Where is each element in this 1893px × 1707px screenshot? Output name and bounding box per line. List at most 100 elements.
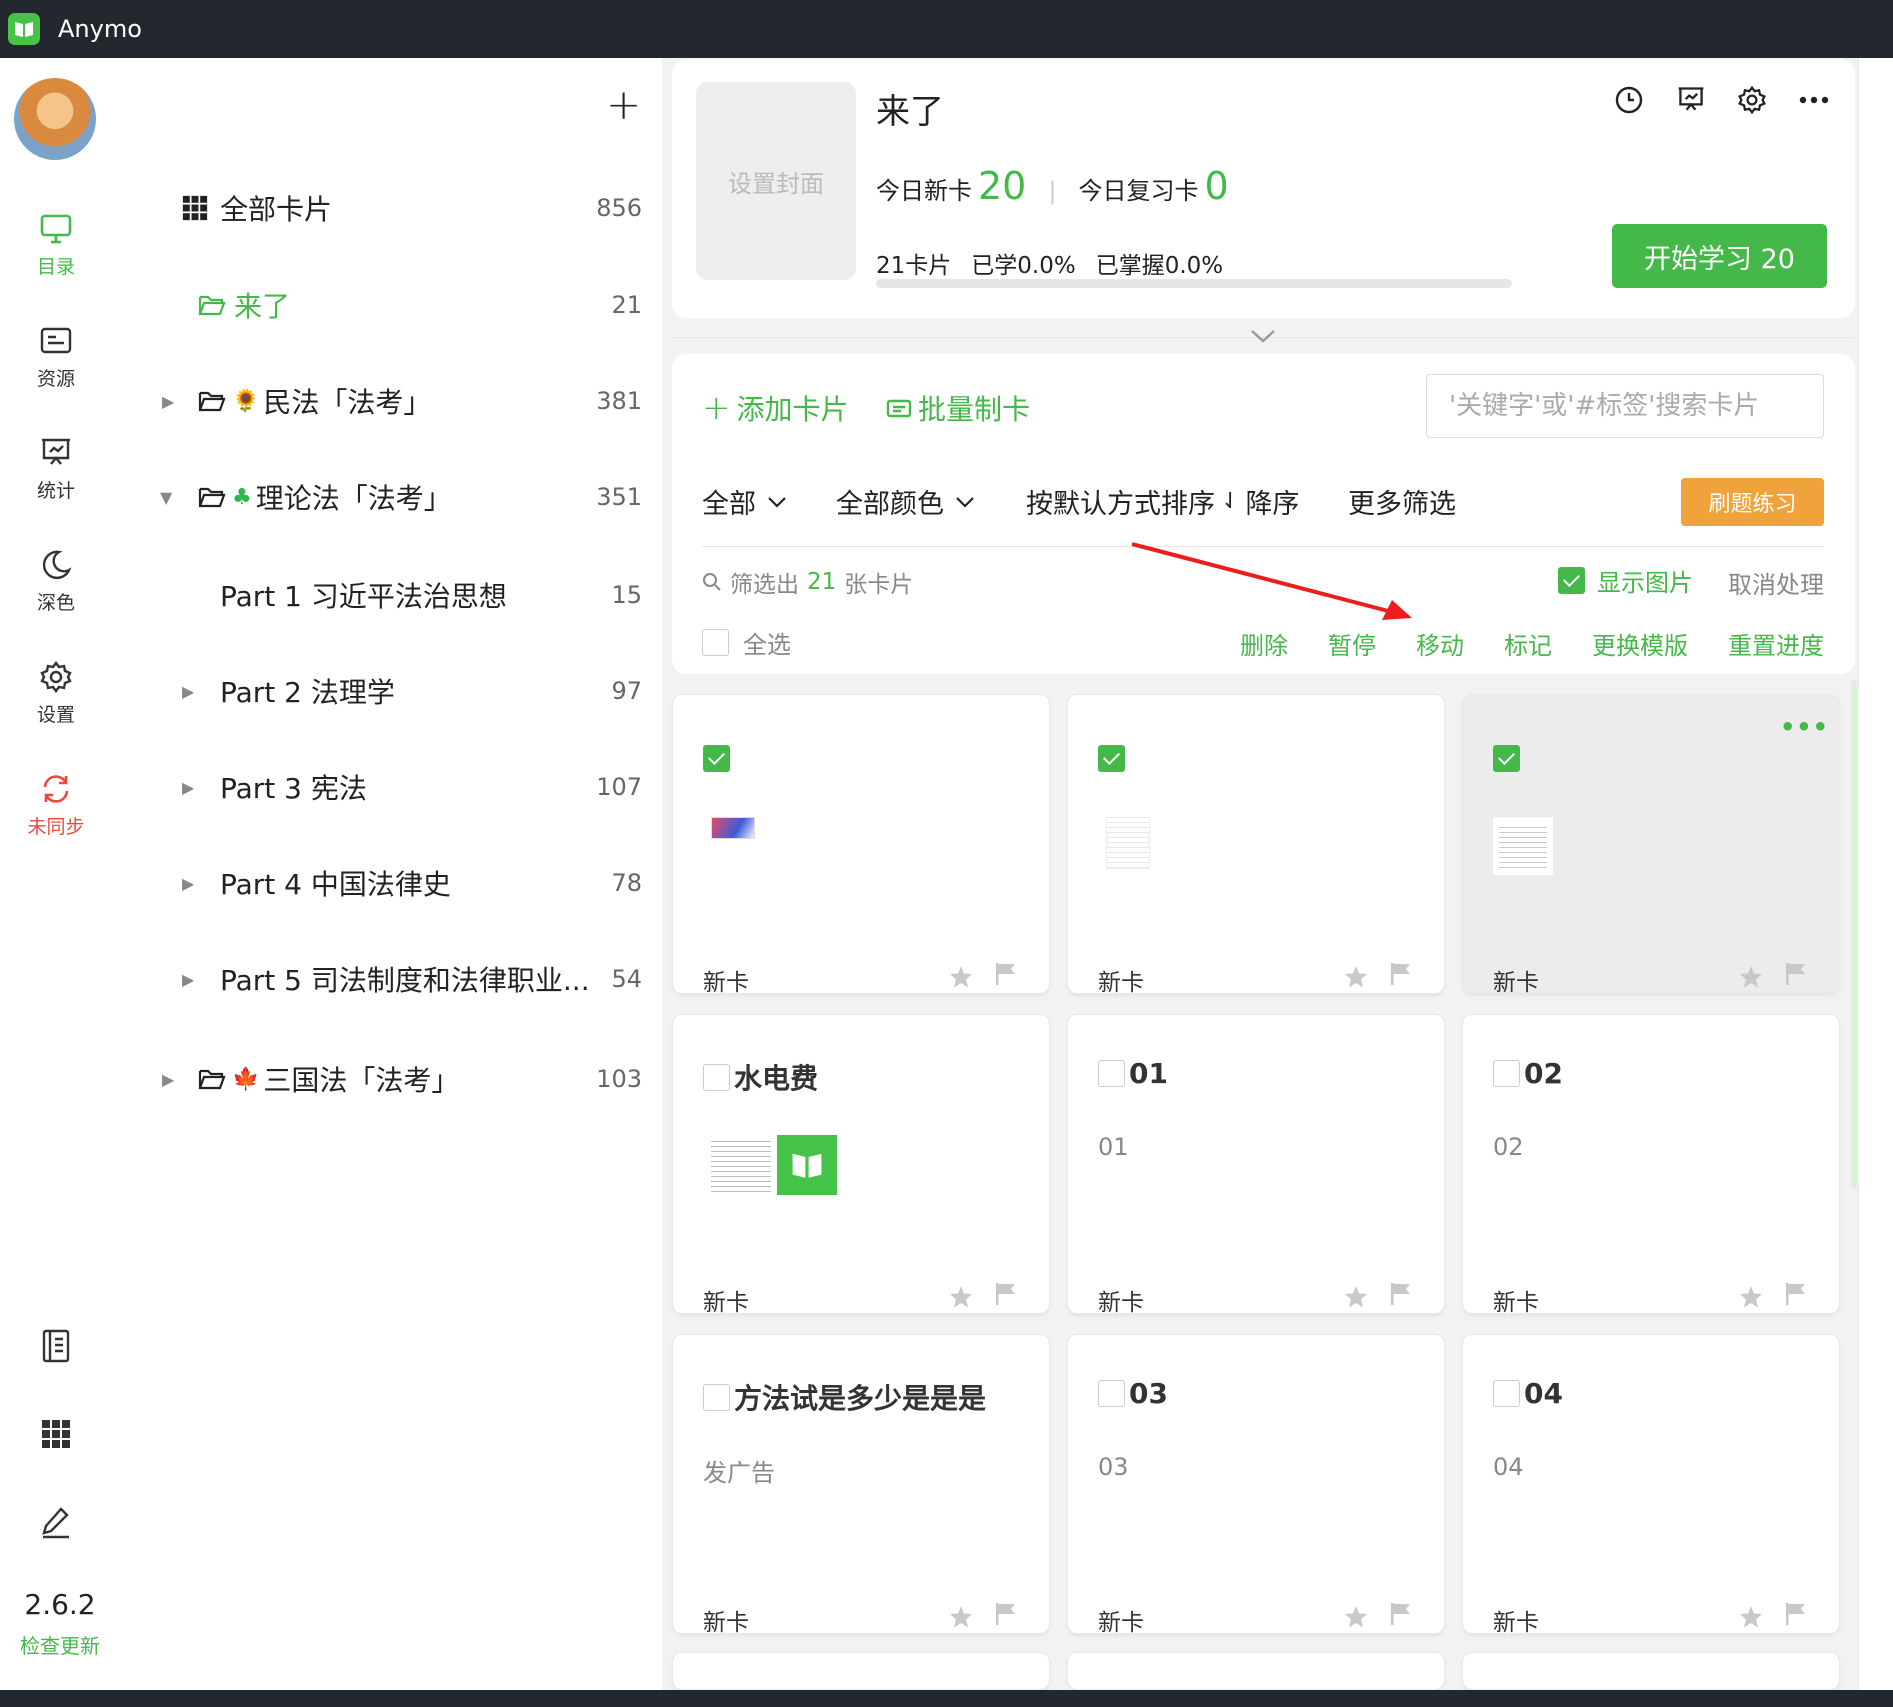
card-thumbnail[interactable] bbox=[1106, 817, 1150, 869]
star-icon[interactable] bbox=[949, 965, 973, 989]
expand-arrow-icon[interactable]: ▶ bbox=[182, 874, 194, 893]
card-item[interactable]: 03 03 新卡 bbox=[1067, 1334, 1445, 1634]
expand-arrow-icon[interactable]: ▶ bbox=[162, 1070, 174, 1089]
flag-icon[interactable] bbox=[995, 1602, 1017, 1626]
card-checkbox[interactable] bbox=[1493, 745, 1520, 772]
grid-icon[interactable] bbox=[36, 1414, 76, 1454]
tree-item-part4[interactable]: ▶ Part 4 中国法律史 78 bbox=[112, 858, 642, 908]
start-study-button[interactable]: 开始学习 20 bbox=[1612, 224, 1827, 288]
show-images-checkbox[interactable] bbox=[1558, 567, 1585, 594]
tree-item-part3[interactable]: ▶ Part 3 宪法 107 bbox=[112, 762, 642, 812]
rail-item-stats[interactable]: 统计 bbox=[0, 430, 112, 503]
flag-icon[interactable] bbox=[1390, 1602, 1412, 1626]
mark-button[interactable]: 标记 bbox=[1504, 626, 1552, 661]
expand-arrow-icon[interactable]: ▶ bbox=[182, 970, 194, 989]
present-icon[interactable] bbox=[1673, 82, 1709, 118]
pen-icon[interactable] bbox=[36, 1502, 76, 1542]
card-thumbnail[interactable] bbox=[711, 1135, 837, 1195]
add-deck-button[interactable]: + bbox=[606, 80, 641, 129]
card-item[interactable]: 新卡 ••• bbox=[1462, 694, 1840, 994]
pause-button[interactable]: 暂停 bbox=[1328, 626, 1376, 661]
card-checkbox[interactable] bbox=[703, 1063, 730, 1091]
select-all-checkbox[interactable] bbox=[702, 629, 729, 656]
expand-arrow-icon[interactable]: ▶ bbox=[182, 682, 194, 701]
star-icon[interactable] bbox=[1344, 1605, 1368, 1629]
star-icon[interactable] bbox=[1739, 965, 1763, 989]
clock-icon[interactable] bbox=[1611, 82, 1647, 118]
card-item[interactable]: 新卡 bbox=[1067, 694, 1445, 994]
star-icon[interactable] bbox=[1739, 1285, 1763, 1309]
tree-item-theory-law[interactable]: ▼ ♣ 理论法「法考」 351 bbox=[112, 472, 642, 522]
flag-icon[interactable] bbox=[995, 1282, 1017, 1306]
star-icon[interactable] bbox=[1739, 1605, 1763, 1629]
card-checkbox[interactable] bbox=[703, 1383, 730, 1411]
set-cover-button[interactable]: 设置封面 bbox=[696, 82, 856, 280]
rail-item-dark-mode[interactable]: 深色 bbox=[0, 542, 112, 615]
star-icon[interactable] bbox=[1344, 1285, 1368, 1309]
card-thumbnail[interactable] bbox=[1493, 817, 1553, 875]
expand-arrow-icon[interactable]: ▶ bbox=[162, 392, 174, 411]
card-item[interactable]: 04 04 新卡 bbox=[1462, 1334, 1840, 1634]
rail-item-resource[interactable]: 资源 bbox=[0, 318, 112, 391]
card-item[interactable]: 方法试是多少是是是 发广告 新卡 bbox=[672, 1334, 1050, 1634]
chevron-down-icon[interactable] bbox=[1248, 326, 1278, 346]
rail-item-settings[interactable]: 设置 bbox=[0, 654, 112, 727]
star-icon[interactable] bbox=[949, 1285, 973, 1309]
batch-make-button[interactable]: 批量制卡 bbox=[886, 388, 1030, 428]
delete-button[interactable]: 删除 bbox=[1240, 626, 1288, 661]
select-all-toggle[interactable]: 全选 bbox=[702, 625, 791, 660]
card-checkbox[interactable] bbox=[703, 745, 730, 772]
change-template-button[interactable]: 更换模版 bbox=[1592, 626, 1688, 661]
flag-icon[interactable] bbox=[1785, 962, 1807, 986]
card-partial[interactable] bbox=[672, 1652, 1050, 1690]
flag-icon[interactable] bbox=[995, 962, 1017, 986]
gear-icon[interactable] bbox=[1734, 82, 1770, 118]
more-filter-button[interactable]: 更多筛选 bbox=[1348, 482, 1456, 521]
check-update-link[interactable]: 检查更新 bbox=[0, 1630, 120, 1659]
show-images-toggle[interactable]: 显示图片 bbox=[1558, 563, 1693, 598]
expand-arrow-icon[interactable]: ▶ bbox=[182, 778, 194, 797]
tree-item-intl-law[interactable]: ▶ 🍁 三国法「法考」 103 bbox=[112, 1054, 642, 1104]
collapse-arrow-icon[interactable]: ▼ bbox=[160, 488, 172, 507]
drill-practice-button[interactable]: 刷题练习 bbox=[1681, 478, 1824, 526]
card-checkbox[interactable] bbox=[1098, 1380, 1125, 1407]
tree-item-part1[interactable]: Part 1 习近平法治思想 15 bbox=[112, 570, 642, 620]
flag-icon[interactable] bbox=[1390, 1282, 1412, 1306]
card-more-icon[interactable]: ••• bbox=[1780, 713, 1829, 741]
tree-item-civil-law[interactable]: ▶ 🌻 民法「法考」 381 bbox=[112, 376, 642, 426]
flag-icon[interactable] bbox=[1390, 962, 1412, 986]
reset-progress-button[interactable]: 重置进度 bbox=[1728, 626, 1824, 661]
rail-item-sync[interactable]: 未同步 bbox=[0, 766, 112, 839]
tree-item-all-cards[interactable]: 全部卡片 856 bbox=[112, 183, 642, 233]
card-checkbox[interactable] bbox=[1493, 1060, 1520, 1087]
card-thumbnail[interactable] bbox=[711, 817, 755, 839]
card-item[interactable]: 01 01 新卡 bbox=[1067, 1014, 1445, 1314]
card-item[interactable]: 新卡 bbox=[672, 694, 1050, 994]
card-item[interactable]: 02 02 新卡 bbox=[1462, 1014, 1840, 1314]
card-checkbox[interactable] bbox=[1098, 745, 1125, 772]
card-checkbox[interactable] bbox=[1098, 1060, 1125, 1087]
more-icon[interactable] bbox=[1796, 82, 1832, 118]
card-item[interactable]: 水电费 新卡 bbox=[672, 1014, 1050, 1314]
card-partial[interactable] bbox=[1462, 1652, 1840, 1690]
flag-icon[interactable] bbox=[1785, 1602, 1807, 1626]
sort-dropdown[interactable]: 按默认方式排序 ⇃ 降序 bbox=[1026, 482, 1299, 521]
flag-icon[interactable] bbox=[1785, 1282, 1807, 1306]
card-list-scrollbar[interactable] bbox=[1851, 680, 1857, 1188]
move-button[interactable]: 移动 bbox=[1416, 626, 1464, 661]
filter-color-dropdown[interactable]: 全部颜色 bbox=[836, 482, 976, 521]
tree-item-part5[interactable]: ▶ Part 5 司法制度和法律职业... 54 bbox=[112, 954, 642, 1004]
cancel-processing-button[interactable]: 取消处理 bbox=[1728, 565, 1824, 600]
tree-item-part2[interactable]: ▶ Part 2 法理学 97 bbox=[112, 666, 642, 716]
avatar[interactable] bbox=[14, 78, 96, 160]
card-partial[interactable] bbox=[1067, 1652, 1445, 1690]
notebook-icon[interactable] bbox=[36, 1326, 76, 1366]
star-icon[interactable] bbox=[1344, 965, 1368, 989]
add-card-button[interactable]: + 添加卡片 bbox=[702, 388, 849, 428]
tree-item-current-deck[interactable]: 来了 21 bbox=[112, 280, 642, 330]
filter-all-dropdown[interactable]: 全部 bbox=[702, 482, 788, 521]
card-checkbox[interactable] bbox=[1493, 1380, 1520, 1407]
rail-item-catalog[interactable]: 目录 bbox=[0, 206, 112, 279]
star-icon[interactable] bbox=[949, 1605, 973, 1629]
card-search-input[interactable] bbox=[1426, 374, 1824, 438]
